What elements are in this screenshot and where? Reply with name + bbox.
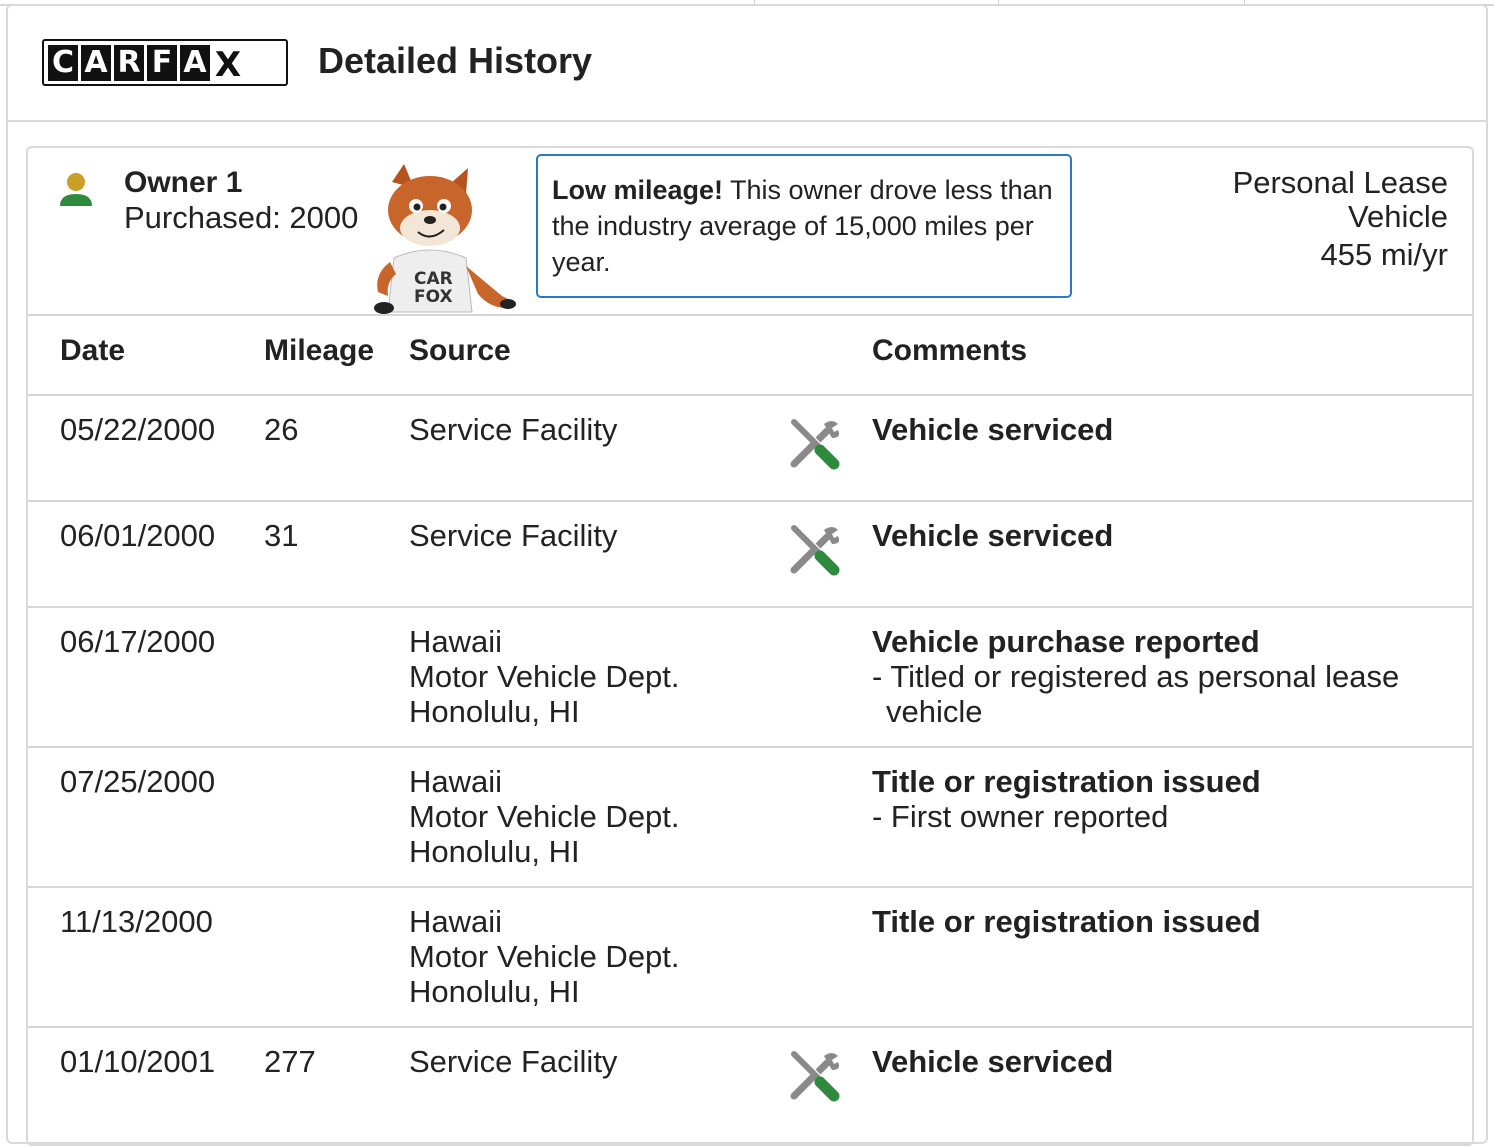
row-source: Service Facility	[409, 518, 618, 553]
row-comment: Vehicle serviced	[872, 1044, 1462, 1079]
column-header-source: Source	[409, 334, 511, 367]
table-row: 06/01/2000 31 Service Facility Vehicle s…	[28, 502, 1472, 608]
callout-headline: Low mileage!	[552, 175, 724, 205]
table-header: Date Mileage Source Comments	[28, 314, 1472, 396]
row-comment: Vehicle serviced	[872, 518, 1462, 553]
usage-type: Personal Lease Vehicle	[1232, 165, 1448, 234]
comment-detail: - First owner reported	[872, 799, 1169, 834]
table-row: 05/22/2000 26 Service Facility Vehicle s…	[28, 396, 1472, 502]
logo-letter: R	[114, 44, 144, 81]
table-row: 01/10/2001 277 Service Facility Vehicle …	[28, 1028, 1472, 1148]
row-date: 06/17/2000	[60, 624, 216, 659]
carfax-logo[interactable]: C A R F A X	[42, 39, 288, 86]
owner-name: Owner 1	[124, 166, 243, 199]
miles-per-year: 455 mi/yr	[1320, 237, 1448, 272]
comment-title: Vehicle purchase reported	[872, 624, 1260, 659]
row-date: 06/01/2000	[60, 518, 216, 553]
row-date: 11/13/2000	[60, 904, 213, 939]
row-source: Hawaii Motor Vehicle Dept. Honolulu, HI	[409, 624, 680, 729]
low-mileage-callout: Low mileage! This owner drove less than …	[536, 154, 1072, 298]
source-line: Honolulu, HI	[409, 974, 580, 1009]
row-source: Hawaii Motor Vehicle Dept. Honolulu, HI	[409, 764, 680, 869]
comment-title: Vehicle serviced	[872, 412, 1114, 447]
owner-purchased: Purchased: 2000	[124, 200, 359, 235]
row-comment: Vehicle serviced	[872, 412, 1462, 447]
history-table: Date Mileage Source Comments 05/22/2000 …	[28, 314, 1472, 1148]
comment-detail: - Titled or registered as personal lease…	[872, 659, 1400, 729]
row-comment: Vehicle purchase reported - Titled or re…	[872, 624, 1462, 729]
logo-letter: F	[147, 44, 177, 81]
row-comment: Title or registration issued - First own…	[872, 764, 1462, 834]
row-source: Service Facility	[409, 412, 618, 447]
source-line: Honolulu, HI	[409, 694, 580, 729]
carfox-mascot-icon: CAR FOX	[374, 164, 516, 314]
comment-title: Vehicle serviced	[872, 1044, 1114, 1079]
column-header-mileage: Mileage	[264, 334, 375, 367]
owner-history-panel: Owner 1 Purchased: 2000 CAR FOX Low mile…	[26, 146, 1474, 1146]
detailed-history-card: C A R F A X Detailed History Owner 1 Pur…	[6, 4, 1488, 1146]
source-line: Motor Vehicle Dept.	[409, 799, 680, 834]
table-row: 07/25/2000 Hawaii Motor Vehicle Dept. Ho…	[28, 748, 1472, 888]
card-header: C A R F A X Detailed History	[8, 6, 1486, 122]
source-line: Hawaii	[409, 764, 503, 799]
table-row: 06/17/2000 Hawaii Motor Vehicle Dept. Ho…	[28, 608, 1472, 748]
service-wrench-icon	[790, 419, 840, 470]
svg-text:CAR: CAR	[414, 269, 453, 289]
comment-title: Title or registration issued	[872, 764, 1261, 799]
source-line: Motor Vehicle Dept.	[409, 659, 680, 694]
column-header-comments: Comments	[872, 334, 1028, 367]
row-source: Hawaii Motor Vehicle Dept. Honolulu, HI	[409, 904, 680, 1009]
row-mileage: 277	[264, 1044, 316, 1079]
logo-letter: A	[180, 44, 210, 81]
page-title: Detailed History	[318, 40, 593, 81]
owner-summary: Owner 1 Purchased: 2000 CAR FOX Low mile…	[28, 148, 1472, 316]
logo-letter: C	[48, 44, 78, 81]
table-row: 11/13/2000 Hawaii Motor Vehicle Dept. Ho…	[28, 888, 1472, 1028]
source-line: Motor Vehicle Dept.	[409, 939, 680, 974]
owner-person-icon	[60, 173, 92, 206]
row-source: Service Facility	[409, 1044, 618, 1079]
source-line: Honolulu, HI	[409, 834, 580, 869]
row-date: 01/10/2001	[60, 1044, 216, 1079]
service-wrench-icon	[790, 525, 840, 576]
source-line: Hawaii	[409, 624, 503, 659]
comment-title: Title or registration issued	[872, 904, 1261, 939]
logo-letter: A	[81, 44, 111, 81]
row-date: 05/22/2000	[60, 412, 216, 447]
row-date: 07/25/2000	[60, 764, 216, 799]
owner-usage: Personal Lease Vehicle 455 mi/yr	[1218, 166, 1448, 272]
row-comment: Title or registration issued	[872, 904, 1462, 939]
row-mileage: 31	[264, 518, 299, 553]
comment-title: Vehicle serviced	[872, 518, 1114, 553]
service-wrench-icon	[790, 1051, 840, 1102]
source-line: Hawaii	[409, 904, 503, 939]
svg-text:FOX: FOX	[414, 287, 453, 307]
column-header-date: Date	[60, 334, 126, 367]
row-mileage: 26	[264, 412, 299, 447]
logo-letter: X	[213, 42, 243, 85]
